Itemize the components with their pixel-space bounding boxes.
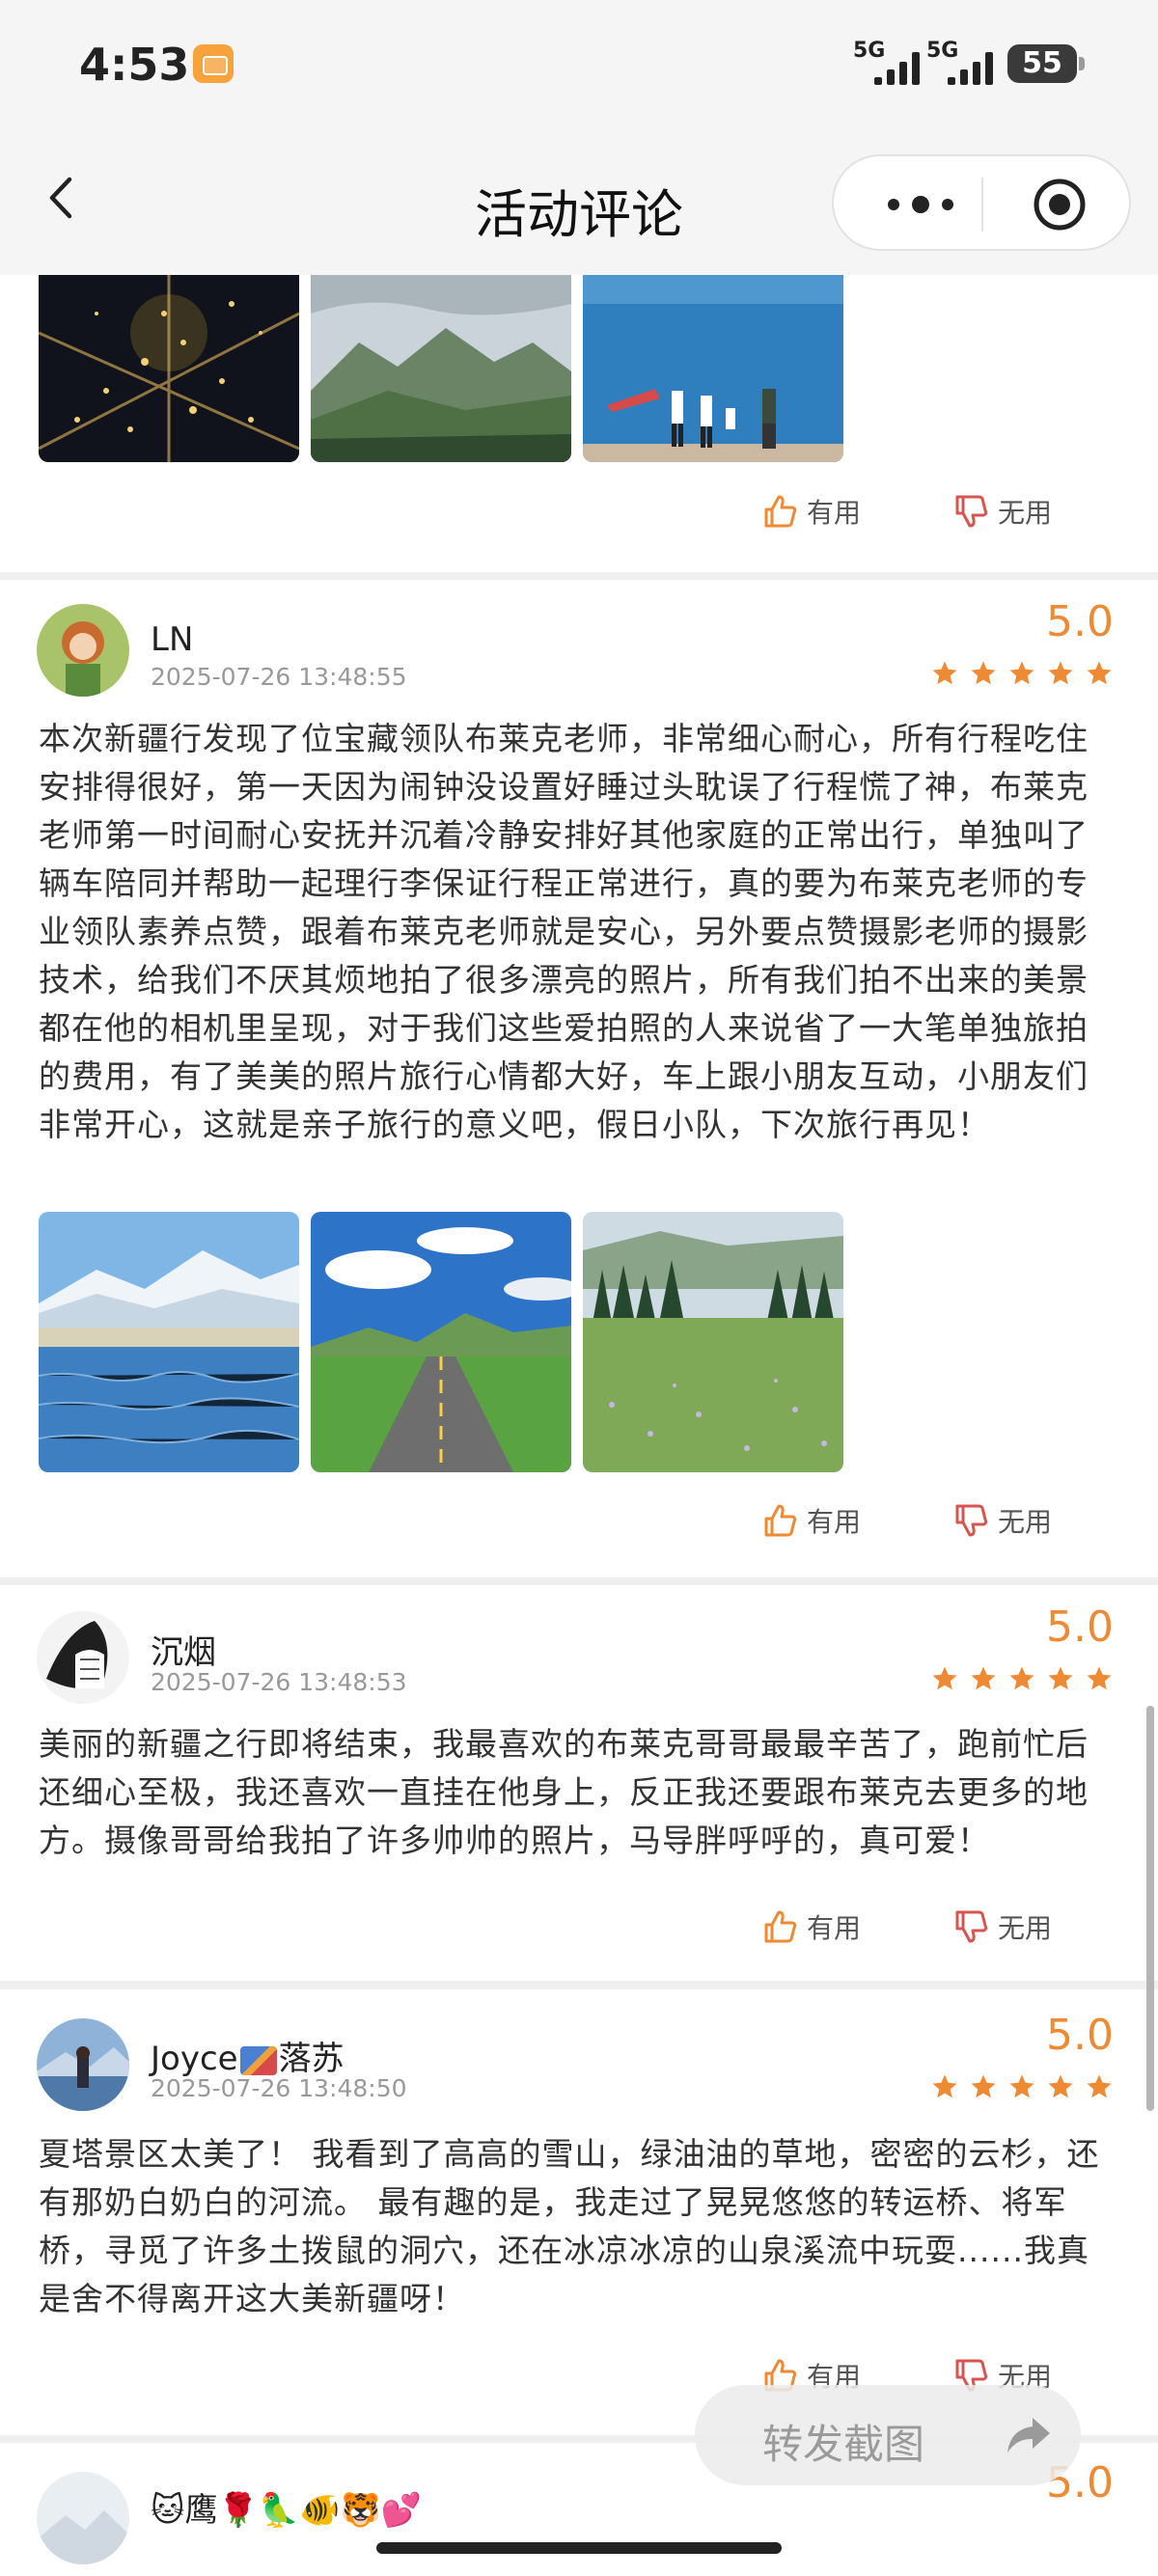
star-icon [1048, 661, 1073, 685]
thumbs-up-icon [764, 495, 797, 528]
star-icon [1009, 1666, 1034, 1690]
useful-button[interactable]: 有用 [760, 1907, 861, 1946]
review-card: Joyce 落苏 2025-07-26 13:48:50 5.0 夏塔景区太美了！… [0, 1989, 1158, 2435]
star-rating [930, 1664, 1114, 1693]
review-card: 沉烟 2025-07-26 13:48:53 5.0 美丽的新疆之行即将结束，我… [0, 1585, 1158, 1981]
star-icon [932, 661, 957, 685]
review-text: 美丽的新疆之行即将结束，我最喜欢的布莱克哥哥最最辛苦了，跑前忙后还细心至极，我还… [39, 1725, 1089, 1859]
thumbs-down-icon [955, 495, 988, 528]
star-icon [1087, 661, 1112, 685]
review-photo[interactable] [39, 275, 299, 462]
review-score: 5.0 [1046, 1603, 1114, 1652]
capsule-divider [981, 178, 983, 232]
mini-program-capsule [832, 154, 1131, 251]
star-icon [1009, 661, 1034, 685]
status-time: 4:53 [79, 39, 190, 91]
review-score: 5.0 [1046, 2011, 1114, 2060]
star-icon [1087, 1666, 1112, 1690]
share-screenshot-button[interactable]: 转发截图 [695, 2385, 1081, 2485]
nav-bar: 活动评论 [0, 135, 1158, 275]
review-score: 5.0 [1046, 597, 1114, 646]
review-text: 本次新疆行发现了位宝藏领队布莱克老师，非常细心耐心，所有行程吃住安排得很好，第一… [39, 720, 1089, 1143]
scrollbar[interactable] [1146, 1706, 1154, 2111]
thumbs-down-icon [955, 1504, 988, 1537]
star-icon [932, 1666, 957, 1690]
avatar[interactable] [37, 2018, 129, 2111]
reviewer-name: 🐱鹰🌹🦜🐠🐯💕 [151, 2491, 423, 2530]
avatar[interactable] [37, 2472, 129, 2564]
reviewer-name: 沉烟 [151, 1633, 216, 1672]
target-circle-icon[interactable] [1031, 176, 1089, 233]
avatar[interactable] [37, 604, 129, 697]
useful-button[interactable]: 有用 [760, 1501, 861, 1540]
review-text: 夏塔景区太美了！ 我看到了高高的雪山，绿油油的草地，密密的云杉，还有那奶白奶白的… [39, 2135, 1100, 2317]
review-card: 有用 无用 [0, 275, 1158, 572]
review-date: 2025-07-26 13:48:53 [151, 1668, 407, 1696]
review-photo[interactable] [583, 275, 843, 462]
feedback-actions: 有用 无用 [0, 492, 1158, 540]
battery-icon: 55 [1007, 44, 1085, 83]
star-icon [932, 2074, 957, 2098]
star-icon [971, 1666, 996, 1690]
star-icon [1087, 2074, 1112, 2098]
feedback-actions: 有用 无用 [0, 1907, 1158, 1956]
reviewer-name: Joyce 落苏 [151, 2040, 345, 2078]
star-icon [1048, 1666, 1073, 1690]
useless-button[interactable]: 无用 [951, 1501, 1052, 1540]
thumbs-down-icon [955, 1910, 988, 1943]
review-date: 2025-07-26 13:48:55 [151, 663, 407, 691]
review-date: 2025-07-26 13:48:50 [151, 2074, 407, 2102]
app-store-icon [193, 44, 234, 83]
reviewer-name: LN [151, 620, 194, 659]
review-photo[interactable] [311, 1212, 571, 1472]
home-indicator[interactable] [376, 2542, 782, 2554]
thumbs-up-icon [764, 1910, 797, 1943]
star-rating [930, 2072, 1114, 2101]
star-icon [1048, 2074, 1073, 2098]
feedback-actions: 有用 无用 [0, 1501, 1158, 1549]
review-photo[interactable] [39, 1212, 299, 1472]
thumbs-up-icon [764, 1504, 797, 1537]
star-icon [971, 661, 996, 685]
avatar[interactable] [37, 1611, 129, 1704]
share-arrow-icon [1007, 2418, 1050, 2453]
star-icon [1009, 2074, 1034, 2098]
review-photo[interactable] [583, 1212, 843, 1472]
more-dots-icon[interactable] [872, 176, 969, 233]
star-icon [971, 2074, 996, 2098]
useful-button[interactable]: 有用 [760, 492, 861, 531]
review-card: LN 2025-07-26 13:48:55 5.0 本次新疆行发现了位宝藏领队… [0, 580, 1158, 1577]
status-bar: 4:53 5G 5G 55 [0, 0, 1158, 135]
star-rating [930, 659, 1114, 688]
review-photo[interactable] [311, 275, 571, 462]
useless-button[interactable]: 无用 [951, 492, 1052, 531]
useless-button[interactable]: 无用 [951, 1907, 1052, 1946]
ticket-flag-icon [239, 2045, 277, 2075]
